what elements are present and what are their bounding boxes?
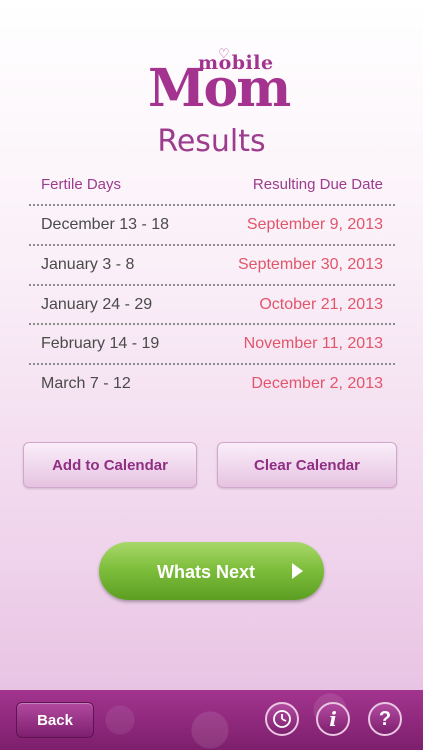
page-title: Results	[157, 124, 266, 159]
info-button[interactable]: i	[316, 702, 350, 736]
result-row: February 14 - 19 November 11, 2013	[29, 323, 395, 365]
result-row: January 24 - 29 October 21, 2013	[29, 284, 395, 326]
add-to-calendar-button[interactable]: Add to Calendar	[23, 442, 197, 488]
due-date-value: November 11, 2013	[243, 335, 383, 352]
whats-next-label: Whats Next	[157, 562, 256, 582]
clock-button[interactable]	[265, 702, 299, 736]
fertile-days-value: March 7 - 12	[41, 375, 131, 392]
result-row: March 7 - 12 December 2, 2013	[29, 363, 395, 405]
clear-calendar-button[interactable]: Clear Calendar	[217, 442, 397, 488]
app-logo: ♡ mobile Mom	[0, 46, 423, 119]
clock-icon	[273, 710, 291, 728]
play-arrow-icon	[292, 563, 303, 579]
fertile-days-value: February 14 - 19	[41, 335, 160, 352]
column-header-fertile-days: Fertile Days	[41, 176, 122, 193]
column-header-due-date: Resulting Due Date	[252, 176, 383, 193]
help-button[interactable]: ?	[368, 702, 402, 736]
result-row: January 3 - 8 September 30, 2013	[29, 244, 395, 286]
fertile-days-value: January 24 - 29	[41, 296, 153, 313]
result-row: December 13 - 18 September 9, 2013	[29, 204, 395, 246]
due-date-value: October 21, 2013	[259, 296, 383, 313]
whats-next-button[interactable]: Whats Next	[99, 542, 324, 600]
back-button[interactable]: Back	[16, 702, 94, 738]
logo-mom-text: Mom	[148, 58, 291, 119]
bottom-toolbar: Back i ?	[0, 690, 423, 750]
due-date-value: September 30, 2013	[238, 256, 383, 273]
fertile-days-value: January 3 - 8	[41, 256, 135, 273]
due-date-value: September 9, 2013	[246, 216, 383, 233]
fertile-days-value: December 13 - 18	[41, 216, 170, 233]
due-date-value: December 2, 2013	[251, 375, 383, 392]
